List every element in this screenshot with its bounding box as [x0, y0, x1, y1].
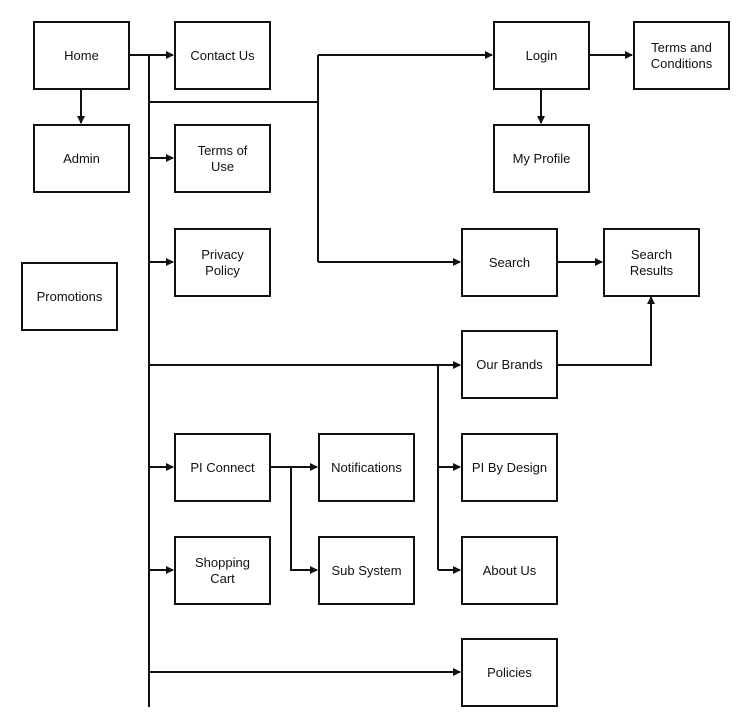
- node-my-profile[interactable]: My Profile: [493, 124, 590, 193]
- node-search-results[interactable]: Search Results: [603, 228, 700, 297]
- node-pi-connect[interactable]: PI Connect: [174, 433, 271, 502]
- node-terms-of-use[interactable]: Terms of Use: [174, 124, 271, 193]
- node-notifications[interactable]: Notifications: [318, 433, 415, 502]
- node-policies[interactable]: Policies: [461, 638, 558, 707]
- edge-our-brands-search-results: [557, 296, 655, 366]
- node-contact-us[interactable]: Contact Us: [174, 21, 271, 90]
- node-admin[interactable]: Admin: [33, 124, 130, 193]
- node-sub-system[interactable]: Sub System: [318, 536, 415, 605]
- node-search[interactable]: Search: [461, 228, 558, 297]
- node-promotions[interactable]: Promotions: [21, 262, 118, 331]
- node-privacy-policy[interactable]: Privacy Policy: [174, 228, 271, 297]
- node-our-brands[interactable]: Our Brands: [461, 330, 558, 399]
- node-terms-and-conditions[interactable]: Terms and Conditions: [633, 21, 730, 90]
- node-login[interactable]: Login: [493, 21, 590, 90]
- connector-layer: [77, 51, 655, 707]
- edge-pi-connect-sub-system: [290, 467, 318, 574]
- node-shopping-cart[interactable]: Shopping Cart: [174, 536, 271, 605]
- node-about-us[interactable]: About Us: [461, 536, 558, 605]
- node-home[interactable]: Home: [33, 21, 130, 90]
- node-pi-by-design[interactable]: PI By Design: [461, 433, 558, 502]
